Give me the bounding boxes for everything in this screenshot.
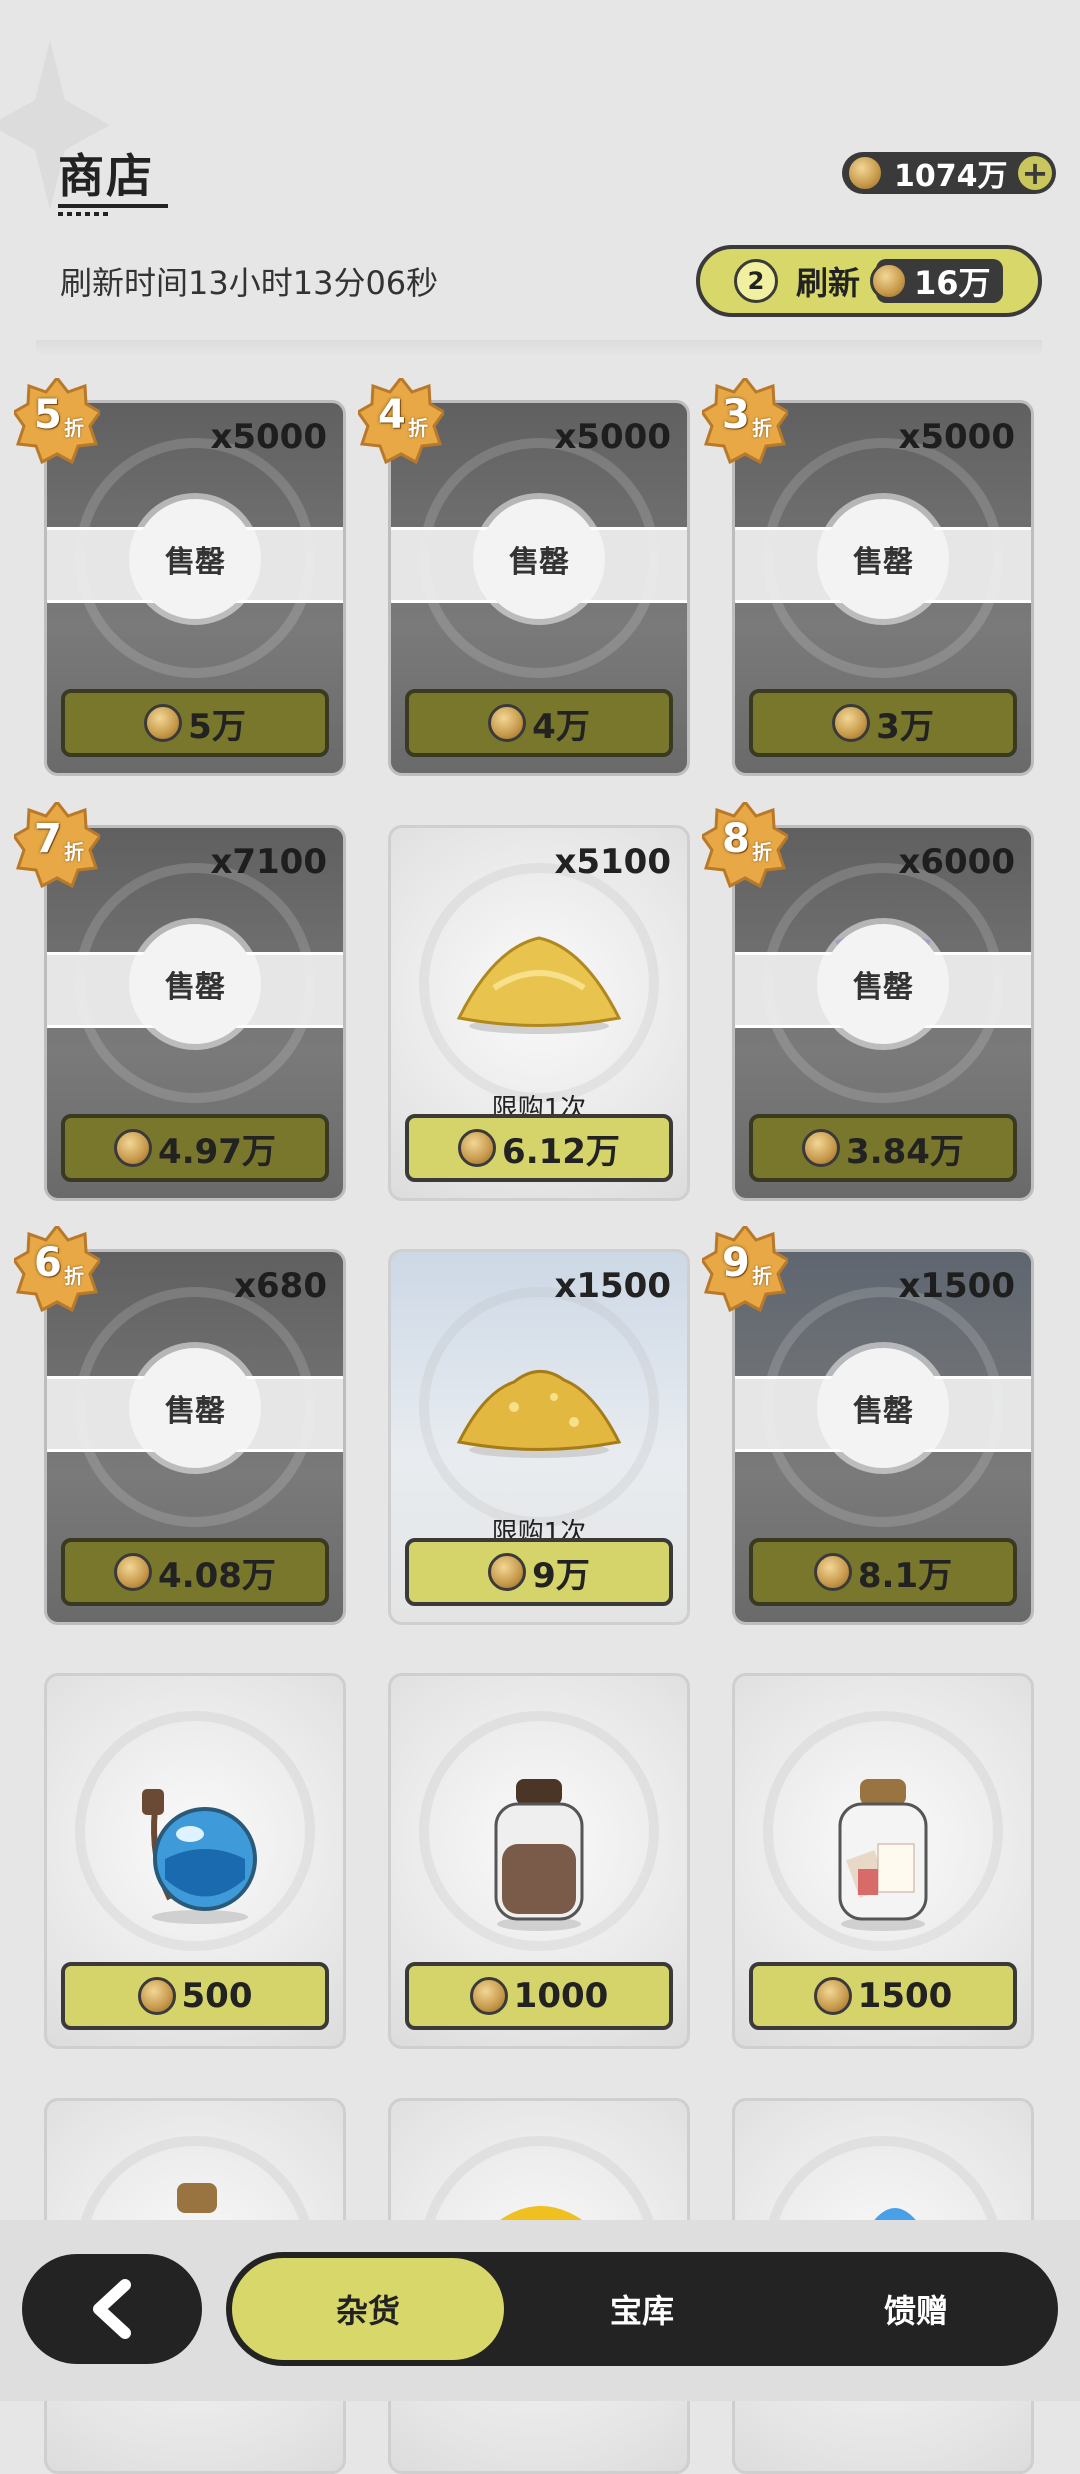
- shop-item-card[interactable]: 1500: [732, 1673, 1034, 2049]
- discount-badge: 4折: [358, 378, 444, 464]
- white-jar-icon: [838, 1778, 928, 1931]
- shop-item-card[interactable]: 500: [44, 1673, 346, 2049]
- price-button[interactable]: 500: [61, 1962, 329, 2030]
- price-button[interactable]: 4.08万: [61, 1538, 329, 1606]
- discount-badge: 8折: [702, 802, 788, 888]
- discount-badge: 6折: [14, 1226, 100, 1312]
- item-quantity: x680: [234, 1266, 327, 1306]
- refresh-label: 刷新: [796, 264, 861, 302]
- tab-bar: 杂货 宝库 馈赠: [226, 2252, 1058, 2366]
- discount-badge: 7折: [14, 802, 100, 888]
- price-button[interactable]: 1000: [405, 1962, 673, 2030]
- coin-icon: [802, 1129, 841, 1167]
- price-button[interactable]: 5万: [61, 689, 329, 757]
- discount-badge: 3折: [702, 378, 788, 464]
- item-quantity: x7100: [210, 842, 327, 882]
- coin-icon: [458, 1129, 497, 1167]
- price-button[interactable]: 4万: [405, 689, 673, 757]
- coin-icon: [846, 154, 884, 192]
- item-quantity: x5000: [554, 417, 671, 457]
- sold-out-label: 售罄: [823, 924, 943, 1044]
- sold-out-label: 售罄: [135, 1348, 255, 1468]
- sold-out-label: 售罄: [135, 924, 255, 1044]
- refresh-timer: 刷新时间13小时13分06秒: [60, 264, 439, 302]
- price-button[interactable]: 3万: [749, 689, 1017, 757]
- discount-badge: 9折: [702, 1226, 788, 1312]
- coin-icon: [813, 1977, 852, 2015]
- coin-icon: [488, 1553, 527, 1591]
- sold-out-label: 售罄: [823, 1348, 943, 1468]
- shop-item-card[interactable]: x5100 限购1次 6.12万: [388, 825, 690, 1201]
- currency-amount: 1074万: [894, 159, 1008, 194]
- shop-item-card[interactable]: 1000: [388, 1673, 690, 2049]
- refresh-button[interactable]: 2 刷新 16万: [696, 245, 1042, 317]
- coin-icon: [114, 1129, 153, 1167]
- refresh-cost-value: 16万: [914, 264, 991, 302]
- coin-icon: [469, 1977, 508, 2015]
- tab-groceries[interactable]: 杂货: [232, 2258, 504, 2360]
- refresh-cost: 16万: [870, 259, 1003, 303]
- price-button[interactable]: 4.97万: [61, 1114, 329, 1182]
- coin-icon: [114, 1553, 153, 1591]
- price-button[interactable]: 9万: [405, 1538, 673, 1606]
- back-arrow-icon: [93, 2279, 131, 2339]
- coin-icon: [832, 704, 871, 742]
- title-underline: [58, 204, 168, 208]
- header-divider: [36, 340, 1042, 356]
- sold-out-label: 售罄: [823, 499, 943, 619]
- brown-jar-icon: [494, 1778, 584, 1931]
- blue-potion-icon: [142, 1788, 257, 1924]
- item-quantity: x5000: [898, 417, 1015, 457]
- currency-display: 1074万 +: [842, 152, 1056, 194]
- discount-badge: 5折: [14, 378, 100, 464]
- sand-pile-icon: [456, 936, 622, 1035]
- tab-treasury[interactable]: 宝库: [532, 2258, 752, 2360]
- add-currency-button[interactable]: +: [1018, 156, 1052, 190]
- price-button[interactable]: 6.12万: [405, 1114, 673, 1182]
- item-quantity: x5000: [210, 417, 327, 457]
- bottle-icon: [177, 2183, 217, 2213]
- shop-item-card[interactable]: x1500 限购1次 9万: [388, 1249, 690, 1625]
- tab-gifts[interactable]: 馈赠: [806, 2258, 1026, 2360]
- coin-icon: [144, 704, 183, 742]
- price-button[interactable]: 3.84万: [749, 1114, 1017, 1182]
- item-quantity: x5100: [554, 842, 671, 882]
- sold-out-label: 售罄: [135, 499, 255, 619]
- item-quantity: x1500: [554, 1266, 671, 1306]
- back-button[interactable]: [22, 2254, 202, 2364]
- item-quantity: x1500: [898, 1266, 1015, 1306]
- title-dots: [58, 212, 108, 216]
- coin-icon: [813, 1553, 852, 1591]
- price-button[interactable]: 1500: [749, 1962, 1017, 2030]
- price-button[interactable]: 8.1万: [749, 1538, 1017, 1606]
- coin-icon: [870, 262, 909, 300]
- sold-out-label: 售罄: [479, 499, 599, 619]
- coin-icon: [137, 1977, 176, 2015]
- item-quantity: x6000: [898, 842, 1015, 882]
- coin-icon: [488, 704, 527, 742]
- gold-sand-pile-icon: [456, 1370, 622, 1459]
- page-title: 商店: [58, 149, 154, 203]
- refresh-count-icon: 2: [734, 259, 778, 303]
